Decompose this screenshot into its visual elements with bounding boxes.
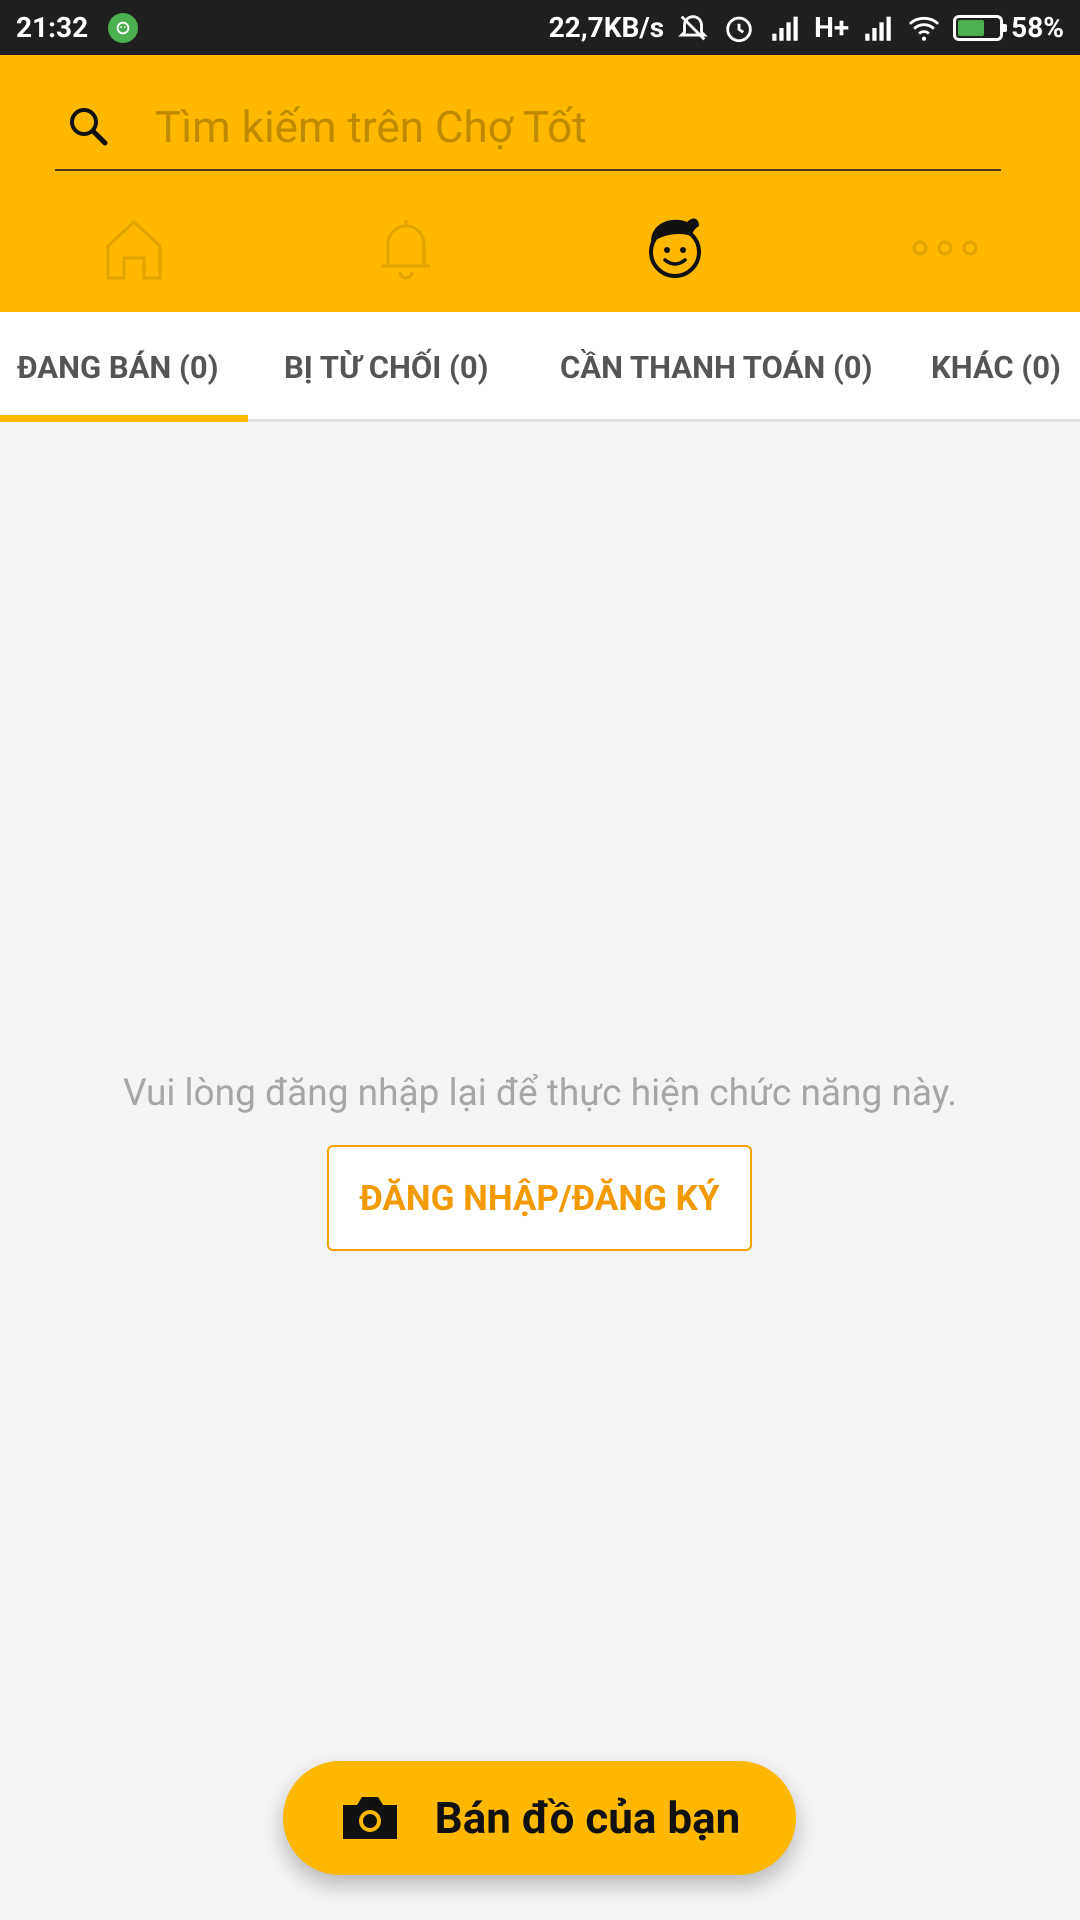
nav-more[interactable] bbox=[895, 200, 995, 300]
signal-icon bbox=[861, 11, 895, 45]
profile-face-icon bbox=[633, 208, 713, 292]
nav-profile[interactable] bbox=[623, 200, 723, 300]
tab-bi-tu-choi[interactable]: BỊ TỪ CHỐI (0) bbox=[284, 312, 489, 422]
status-left: 21:32 bbox=[16, 11, 139, 44]
more-dots-icon bbox=[905, 208, 985, 292]
home-icon bbox=[94, 208, 174, 292]
tab-dang-ban[interactable]: ĐANG BÁN (0) bbox=[17, 312, 219, 422]
search-icon[interactable] bbox=[63, 101, 115, 153]
battery-percent: 58% bbox=[1011, 11, 1064, 44]
status-time: 21:32 bbox=[16, 11, 89, 44]
battery-fill bbox=[958, 19, 984, 36]
battery-charging-icon: 58% bbox=[953, 11, 1064, 44]
main-content: Vui lòng đăng nhập lại để thực hiện chức… bbox=[0, 422, 1080, 1920]
status-right: 22,7KB/s H+ 58% bbox=[549, 11, 1064, 45]
sell-item-label: Bán đồ của bạn bbox=[434, 1792, 741, 1844]
login-register-button[interactable]: ĐĂNG NHẬP/ĐĂNG KÝ bbox=[327, 1145, 752, 1251]
sell-item-button[interactable]: Bán đồ của bạn bbox=[283, 1761, 796, 1875]
search-input[interactable] bbox=[155, 101, 1001, 153]
camera-icon bbox=[339, 1793, 401, 1843]
top-nav bbox=[0, 200, 1080, 310]
network-speed: 22,7KB/s bbox=[548, 11, 665, 44]
wifi-icon bbox=[907, 11, 941, 45]
nav-home[interactable] bbox=[84, 200, 184, 300]
nav-notifications[interactable] bbox=[356, 200, 456, 300]
search-bar[interactable] bbox=[55, 85, 1001, 171]
bell-icon bbox=[366, 208, 446, 292]
battery-outline bbox=[953, 14, 1008, 41]
mute-icon bbox=[676, 11, 710, 45]
login-required-message: Vui lòng đăng nhập lại để thực hiện chức… bbox=[122, 1072, 958, 1115]
status-bar: 21:32 22,7KB/s H+ 58% bbox=[0, 0, 1080, 55]
tab-khac[interactable]: KHÁC (0) bbox=[931, 312, 1061, 422]
network-type: H+ bbox=[814, 11, 850, 44]
active-tab-indicator bbox=[0, 415, 248, 422]
signal-icon bbox=[768, 11, 802, 45]
tab-can-thanh-toan[interactable]: CẦN THANH TOÁN (0) bbox=[560, 312, 872, 422]
listing-tabs: ĐANG BÁN (0) BỊ TỪ CHỐI (0) CẦN THANH TO… bbox=[0, 312, 1080, 422]
alarm-icon bbox=[722, 11, 756, 45]
app-header bbox=[0, 55, 1080, 312]
notification-app-icon bbox=[108, 12, 139, 43]
